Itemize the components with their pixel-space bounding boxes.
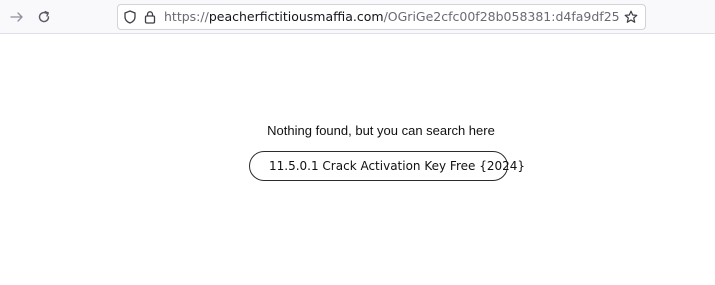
shield-icon[interactable] xyxy=(122,9,138,25)
url-scheme: https:// xyxy=(164,9,209,24)
reload-icon xyxy=(38,10,50,23)
search-input[interactable]: 11.5.0.1 Crack Activation Key Free {2024… xyxy=(249,151,525,181)
search-input-value: 11.5.0.1 Crack Activation Key Free {2024… xyxy=(269,159,526,173)
url-path: /OGriGe2cfc00f28b058381:d4fa9df2545c5dc1… xyxy=(383,9,620,24)
page-content: Nothing found, but you can search here 1… xyxy=(0,34,715,285)
address-bar[interactable]: https://peacherfictitiousmaffia.com/OGri… xyxy=(117,4,646,30)
url-host: peacherfictitiousmaffia.com xyxy=(208,9,384,24)
bookmark-button[interactable] xyxy=(620,6,642,28)
url-text[interactable]: https://peacherfictitiousmaffia.com/OGri… xyxy=(164,5,620,29)
reload-button[interactable] xyxy=(32,5,56,29)
arrow-right-icon xyxy=(10,12,23,22)
lock-icon[interactable] xyxy=(142,9,158,25)
star-icon xyxy=(624,10,638,23)
forward-button[interactable] xyxy=(5,5,29,29)
not-found-message: Nothing found, but you can search here xyxy=(267,123,495,138)
browser-toolbar: https://peacherfictitiousmaffia.com/OGri… xyxy=(0,0,715,34)
